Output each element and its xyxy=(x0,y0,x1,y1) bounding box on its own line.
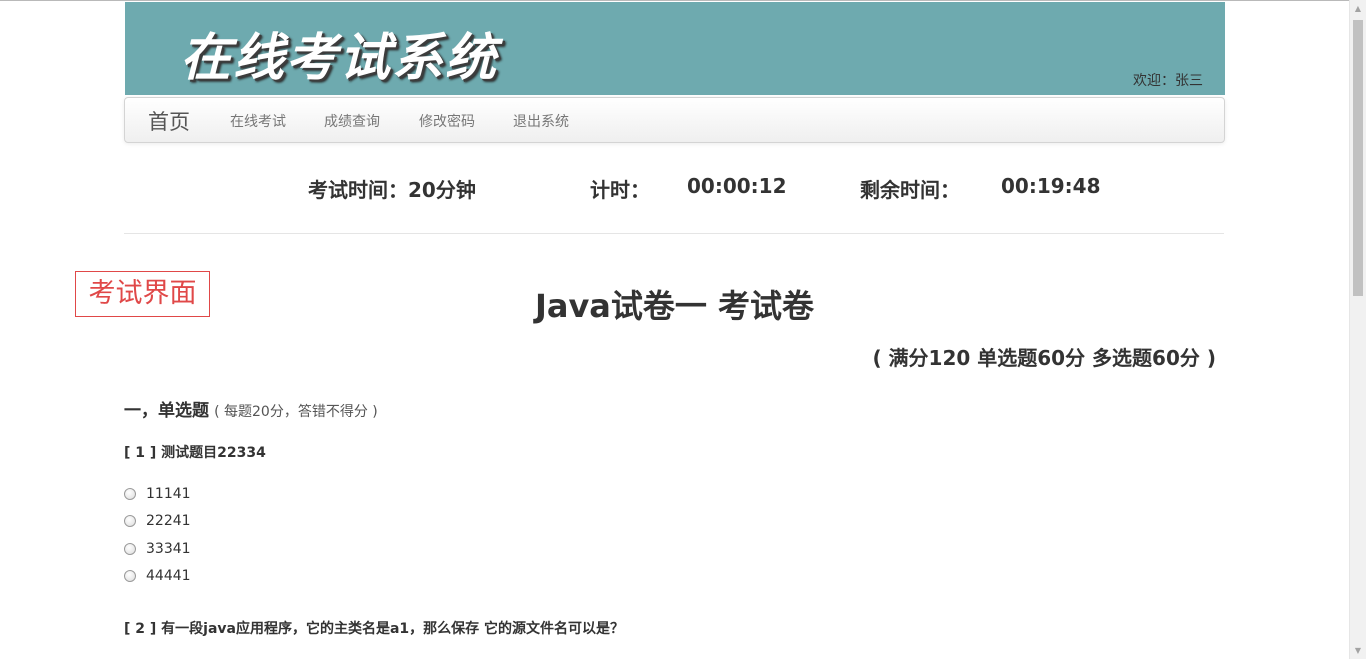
nav-score-query[interactable]: 成绩查询 xyxy=(324,111,380,131)
remaining-label: 剩余时间： xyxy=(860,178,960,202)
site-title: 在线考试系统 xyxy=(180,28,499,88)
elapsed-label: 计时： xyxy=(590,178,650,202)
question-1-text: [ 1 ] 测试题目22334 xyxy=(124,445,266,461)
radio-button[interactable] xyxy=(124,488,136,500)
option-label: 22241 xyxy=(146,513,191,529)
remaining-value: 00:19:48 xyxy=(1001,174,1101,198)
nav-logout[interactable]: 退出系统 xyxy=(513,111,569,131)
nav-home[interactable]: 首页 xyxy=(148,106,190,136)
vertical-scrollbar[interactable]: ▲ ▼ xyxy=(1349,0,1366,659)
welcome-user: 欢迎：张三 xyxy=(1133,73,1203,89)
radio-button[interactable] xyxy=(124,543,136,555)
header-banner: 在线考试系统 欢迎：张三 xyxy=(125,2,1225,95)
nav-change-password[interactable]: 修改密码 xyxy=(419,111,475,131)
elapsed-value: 00:00:12 xyxy=(687,174,787,198)
section-title: 一，单选题 xyxy=(124,401,209,421)
question-1-option-3[interactable]: 33341 xyxy=(124,540,191,558)
question-1-option-2[interactable]: 22241 xyxy=(124,512,191,530)
window-top-border xyxy=(0,0,1349,1)
section-note: ( 每题20分，答错不得分 ) xyxy=(214,404,378,420)
paper-title: Java试卷一 考试卷 xyxy=(534,287,815,325)
navbar: 首页 在线考试 成绩查询 修改密码 退出系统 xyxy=(124,97,1225,143)
radio-button[interactable] xyxy=(124,570,136,582)
scroll-up-arrow-icon[interactable]: ▲ xyxy=(1350,0,1366,17)
score-summary: ( 满分120 单选题60分 多选题60分 ) xyxy=(872,346,1216,370)
option-label: 44441 xyxy=(146,568,191,584)
option-label: 33341 xyxy=(146,541,191,557)
radio-button[interactable] xyxy=(124,515,136,527)
question-1-option-4[interactable]: 44441 xyxy=(124,567,191,585)
divider xyxy=(124,233,1224,234)
scroll-down-arrow-icon[interactable]: ▼ xyxy=(1350,642,1366,659)
option-label: 11141 xyxy=(146,486,191,502)
scrollbar-thumb[interactable] xyxy=(1353,20,1363,296)
nav-online-exam[interactable]: 在线考试 xyxy=(230,111,286,131)
question-1-option-1[interactable]: 11141 xyxy=(124,485,191,503)
question-2-text: [ 2 ] 有一段java应用程序，它的主类名是a1，那么保存 它的源文件名可以… xyxy=(124,621,625,637)
section-header: 一，单选题 ( 每题20分，答错不得分 ) xyxy=(124,396,378,421)
exam-duration: 考试时间：20分钟 xyxy=(308,178,476,202)
exam-timer: 考试时间：20分钟 计时： 00:00:12 剩余时间： 00:19:48 xyxy=(0,174,1349,204)
